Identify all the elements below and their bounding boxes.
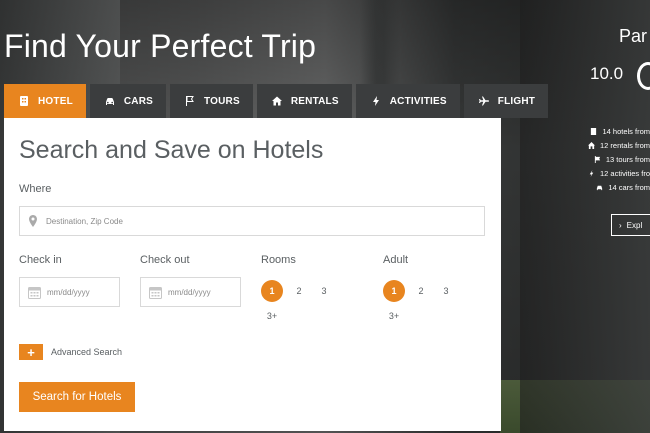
rooms-label: Rooms xyxy=(261,254,296,266)
search-hotels-button[interactable]: Search for Hotels xyxy=(19,382,135,412)
tab-activities-label: ACTIVITIES xyxy=(389,95,447,107)
tab-rentals[interactable]: RENTALS xyxy=(256,84,352,118)
tab-flight[interactable]: FLIGHT xyxy=(463,84,549,118)
stat-rentals: 12 rentals from xyxy=(540,138,650,152)
home-icon xyxy=(270,94,284,108)
stat-activities-text: 12 activities fro xyxy=(599,168,650,178)
stat-activities: 12 activities fro xyxy=(540,166,650,180)
search-tabs: HOTEL CARS TOURS RENTALS ACTIVITIES FLIG… xyxy=(4,84,549,118)
flag-icon xyxy=(594,155,600,163)
hotel-search-panel: Search and Save on Hotels Where Check in… xyxy=(4,118,501,431)
rooms-option-1[interactable]: 1 xyxy=(261,280,283,302)
rooms-option-3plus[interactable]: 3+ xyxy=(261,305,283,327)
plane-icon xyxy=(477,94,491,108)
adult-label: Adult xyxy=(383,254,409,266)
tab-rentals-label: RENTALS xyxy=(290,95,339,107)
tab-tours[interactable]: TOURS xyxy=(170,84,253,118)
adult-option-2[interactable]: 2 xyxy=(410,280,432,302)
checkin-label: Check in xyxy=(19,254,62,266)
where-label: Where xyxy=(19,183,52,195)
tab-cars-label: CARS xyxy=(123,95,154,107)
checkin-field[interactable] xyxy=(19,277,120,307)
stat-tours: 13 tours from xyxy=(540,152,650,166)
destination-city-name: Par xyxy=(619,26,648,46)
stat-cars: 14 cars from xyxy=(540,180,650,194)
tab-cars[interactable]: CARS xyxy=(89,84,167,118)
stat-hotels: 14 hotels from xyxy=(540,124,650,138)
destination-input[interactable] xyxy=(46,216,466,226)
checkin-input[interactable] xyxy=(47,287,117,297)
destination-stats: 14 hotels from 12 rentals from 13 tours … xyxy=(540,124,650,194)
checkout-label: Check out xyxy=(140,254,190,266)
tab-hotel-label: HOTEL xyxy=(38,95,73,107)
advanced-search-toggle[interactable]: + Advanced Search xyxy=(19,344,122,360)
calendar-icon xyxy=(149,286,162,299)
stat-cars-text: 14 cars from xyxy=(608,182,650,192)
rooms-option-3[interactable]: 3 xyxy=(313,280,335,302)
explore-label: Expl xyxy=(626,220,643,230)
destination-score: 10.0 xyxy=(590,64,624,83)
tab-tours-label: TOURS xyxy=(204,95,240,107)
tab-activities[interactable]: ACTIVITIES xyxy=(355,84,460,118)
tab-hotel[interactable]: HOTEL xyxy=(4,84,86,118)
flag-icon xyxy=(183,94,197,108)
explore-button[interactable]: › Expl xyxy=(611,214,650,236)
tab-flight-label: FLIGHT xyxy=(497,95,536,107)
checkout-field[interactable] xyxy=(140,277,241,307)
chevron-right-icon: › xyxy=(619,220,622,230)
advanced-search-label: Advanced Search xyxy=(51,347,123,357)
car-icon xyxy=(597,185,603,190)
adult-option-1[interactable]: 1 xyxy=(383,280,405,302)
calendar-icon xyxy=(28,286,41,299)
adult-option-3plus[interactable]: 3+ xyxy=(383,305,405,327)
stat-tours-text: 13 tours from xyxy=(605,154,650,164)
hotel-icon xyxy=(591,127,597,135)
bolt-icon xyxy=(369,94,383,108)
stat-rentals-text: 12 rentals from xyxy=(599,140,650,150)
hotel-icon xyxy=(17,94,31,108)
plus-icon[interactable]: + xyxy=(19,344,43,360)
bolt-icon xyxy=(589,169,594,177)
destination-field[interactable] xyxy=(19,206,485,236)
car-icon xyxy=(103,94,117,108)
adult-option-3[interactable]: 3 xyxy=(435,280,457,302)
home-icon xyxy=(587,141,595,149)
stat-hotels-text: 14 hotels from xyxy=(602,126,650,136)
map-pin-icon xyxy=(20,215,46,227)
rooms-option-2[interactable]: 2 xyxy=(288,280,310,302)
checkout-input[interactable] xyxy=(168,287,238,297)
search-panel-title: Search and Save on Hotels xyxy=(19,136,324,164)
page-headline: Find Your Perfect Trip xyxy=(4,28,317,64)
